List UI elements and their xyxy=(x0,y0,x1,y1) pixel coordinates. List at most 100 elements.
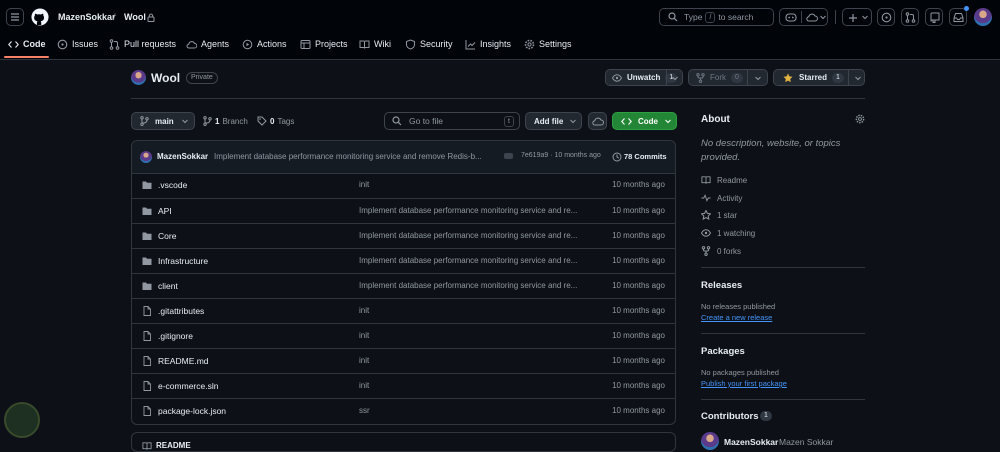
file-row[interactable]: README.md init 10 months ago xyxy=(132,348,675,373)
about-watching[interactable]: 1 watching xyxy=(701,228,755,238)
global-header: MazenSokkar / Wool Type / to search Code xyxy=(0,0,1000,60)
tab-code[interactable]: Code xyxy=(8,37,46,51)
tab-label: Projects xyxy=(315,39,348,49)
tags-link[interactable]: 0 Tags xyxy=(257,116,294,126)
commit-count[interactable]: 78 Commits xyxy=(624,152,667,161)
code-button[interactable]: Code xyxy=(612,112,677,130)
file-commit-message[interactable]: Implement database performance monitorin… xyxy=(359,206,593,215)
search-shortcut-key: / xyxy=(705,11,716,23)
file-commit-message[interactable]: Implement database performance monitorin… xyxy=(359,231,593,240)
file-name[interactable]: .gitignore xyxy=(158,331,193,341)
file-row[interactable]: client Implement database performance mon… xyxy=(132,273,675,298)
file-commit-message[interactable]: init xyxy=(359,306,593,315)
branch-selector[interactable]: main xyxy=(131,112,195,130)
file-name[interactable]: e-commerce.sln xyxy=(158,381,218,391)
gear-icon[interactable] xyxy=(855,114,865,124)
file-commit-message[interactable]: Implement database performance monitorin… xyxy=(359,281,593,290)
contributor-avatar[interactable] xyxy=(701,432,719,450)
file-row[interactable]: .gitignore init 10 months ago xyxy=(132,323,675,348)
issues-button[interactable] xyxy=(877,8,895,26)
file-commit-message[interactable]: init xyxy=(359,331,593,340)
commit-expand-button[interactable] xyxy=(504,153,513,159)
tab-security[interactable]: Security xyxy=(405,37,453,51)
chevron-down-icon xyxy=(665,119,671,123)
tab-projects[interactable]: Projects xyxy=(300,37,348,51)
repo-owner-link[interactable]: MazenSokkar xyxy=(58,12,116,22)
file-commit-message[interactable]: init xyxy=(359,356,593,365)
releases-title[interactable]: Releases xyxy=(701,280,742,291)
tab-actions[interactable]: Actions xyxy=(242,37,287,51)
plus-icon xyxy=(849,14,857,22)
add-file-button[interactable]: Add file xyxy=(525,112,582,130)
branches-link[interactable]: 1 Branch xyxy=(203,116,248,126)
tab-label: Issues xyxy=(72,39,99,49)
repositories-button[interactable] xyxy=(925,8,943,26)
file-commit-message[interactable]: Implement database performance monitorin… xyxy=(359,256,593,265)
publish-package-link[interactable]: Publish your first package xyxy=(701,379,787,388)
search-input[interactable]: Type / to search xyxy=(659,8,774,26)
tab-label: Code xyxy=(23,39,46,49)
commit-message[interactable]: Implement database performance monitorin… xyxy=(214,152,497,161)
file-row[interactable]: .gitattributes init 10 months ago xyxy=(132,298,675,323)
file-commit-message[interactable]: init xyxy=(359,180,593,189)
fork-button[interactable]: Fork 0 xyxy=(688,69,768,86)
tab-label: Security xyxy=(420,39,453,49)
starred-button[interactable]: Starred 1 xyxy=(773,69,865,86)
star-icon xyxy=(701,210,711,220)
contributors-title[interactable]: Contributors xyxy=(701,411,759,422)
packages-title[interactable]: Packages xyxy=(701,346,745,357)
commit-hash-time[interactable]: 7e619a9 · 10 months ago xyxy=(521,152,601,159)
file-name[interactable]: Core xyxy=(158,231,176,241)
inbox-button[interactable] xyxy=(949,6,969,26)
about-item-label: 1 star xyxy=(717,210,738,220)
about-activity[interactable]: Activity xyxy=(701,193,742,203)
branch-name: main xyxy=(155,116,174,126)
file-row[interactable]: Core Implement database performance monit… xyxy=(132,223,675,248)
repo-title[interactable]: Wool xyxy=(151,71,180,85)
menu-button[interactable] xyxy=(6,8,24,26)
create-release-link[interactable]: Create a new release xyxy=(701,313,772,322)
file-commit-message[interactable]: init xyxy=(359,381,593,390)
github-logo-icon[interactable] xyxy=(31,8,49,26)
create-new-button[interactable] xyxy=(842,8,872,26)
about-stars[interactable]: 1 star xyxy=(701,210,737,220)
commit-author[interactable]: MazenSokkar xyxy=(157,152,208,161)
file-name[interactable]: client xyxy=(158,281,178,291)
file-name[interactable]: .vscode xyxy=(158,180,187,190)
go-to-file-input[interactable]: Go to file t xyxy=(384,112,520,130)
file-name[interactable]: API xyxy=(158,206,172,216)
file-row[interactable]: .vscode init 10 months ago xyxy=(132,173,675,198)
file-commit-message[interactable]: ssr xyxy=(359,406,593,415)
tab-insights[interactable]: Insights xyxy=(465,37,511,51)
file-icon xyxy=(143,306,151,316)
file-row[interactable]: API Implement database performance monito… xyxy=(132,198,675,223)
file-name[interactable]: package-lock.json xyxy=(158,406,226,416)
unwatch-button[interactable]: Unwatch 1 xyxy=(605,69,683,86)
about-readme[interactable]: Readme xyxy=(701,175,747,185)
tab-pull-requests[interactable]: Pull requests xyxy=(109,37,176,51)
fork-icon xyxy=(696,72,705,83)
about-forks[interactable]: 0 forks xyxy=(701,246,741,256)
file-commit-time: 10 months ago xyxy=(612,381,665,390)
tab-settings[interactable]: Settings xyxy=(524,37,572,51)
repo-avatar xyxy=(131,70,146,85)
file-name[interactable]: Infrastructure xyxy=(158,256,208,266)
file-name[interactable]: .gitattributes xyxy=(158,306,204,316)
file-row[interactable]: package-lock.json ssr 10 months ago xyxy=(132,398,675,423)
file-name[interactable]: README.md xyxy=(158,356,209,366)
codespaces-button[interactable] xyxy=(588,112,607,130)
branch-icon xyxy=(203,116,212,126)
tab-wiki[interactable]: Wiki xyxy=(359,37,391,51)
file-row[interactable]: Infrastructure Implement database perform… xyxy=(132,248,675,273)
tab-issues[interactable]: Issues xyxy=(57,37,98,51)
folder-icon xyxy=(142,181,152,189)
tab-label: Actions xyxy=(257,39,287,49)
tab-agents[interactable]: Agents xyxy=(186,37,229,51)
pull-requests-button[interactable] xyxy=(901,8,919,26)
repo-name-link[interactable]: Wool xyxy=(124,12,146,22)
user-avatar[interactable] xyxy=(974,8,992,26)
tag-count: 0 xyxy=(270,116,275,126)
fork-icon xyxy=(701,246,711,256)
file-row[interactable]: e-commerce.sln init 10 months ago xyxy=(132,373,675,398)
copilot-button[interactable] xyxy=(779,8,828,26)
